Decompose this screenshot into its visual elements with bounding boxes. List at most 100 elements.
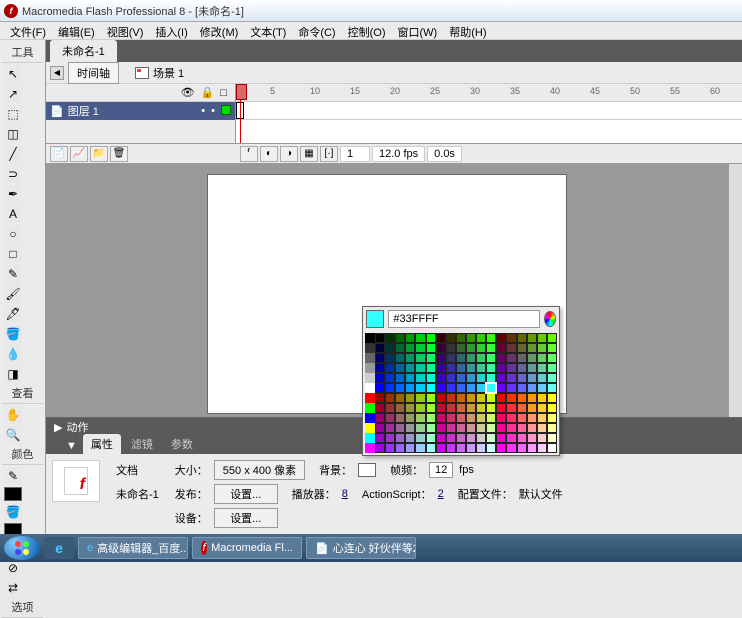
layer-lock-dot[interactable]: • (211, 105, 215, 117)
color-swatch[interactable] (385, 403, 395, 413)
color-swatch[interactable] (385, 413, 395, 423)
new-folder-button[interactable]: 📁 (90, 146, 108, 162)
color-swatch[interactable] (486, 443, 496, 453)
color-swatch[interactable] (405, 383, 415, 393)
color-swatch[interactable] (476, 433, 486, 443)
text-tool[interactable]: A (4, 205, 22, 223)
layer-outline-swatch[interactable] (221, 105, 231, 115)
color-swatch[interactable] (456, 363, 466, 373)
color-swatch[interactable] (426, 443, 436, 453)
color-swatch[interactable] (426, 403, 436, 413)
color-swatch[interactable] (415, 393, 425, 403)
color-swatch[interactable] (375, 353, 385, 363)
color-swatch[interactable] (466, 353, 476, 363)
color-swatch[interactable] (517, 383, 527, 393)
color-swatch[interactable] (517, 363, 527, 373)
color-swatch[interactable] (527, 403, 537, 413)
color-swatch[interactable] (527, 353, 537, 363)
color-swatch[interactable] (446, 353, 456, 363)
color-swatch[interactable] (375, 363, 385, 373)
color-swatch[interactable] (466, 373, 476, 383)
color-swatch[interactable] (415, 373, 425, 383)
color-swatch[interactable] (547, 373, 557, 383)
color-swatch[interactable] (446, 443, 456, 453)
brush-tool[interactable]: 🖌 (4, 285, 22, 303)
outline-icon[interactable]: □ (220, 87, 227, 99)
color-swatch[interactable] (496, 353, 506, 363)
ink-bottle-tool[interactable]: 🖋 (4, 305, 22, 323)
edit-multiple-frames-button[interactable]: ▦ (300, 146, 318, 162)
color-swatch[interactable] (405, 353, 415, 363)
color-swatch[interactable] (527, 393, 537, 403)
color-swatch[interactable] (476, 403, 486, 413)
color-swatch[interactable] (506, 423, 516, 433)
layer-row[interactable]: 📄 图层 1 • • (46, 102, 235, 120)
color-swatch[interactable] (426, 413, 436, 423)
color-wheel-icon[interactable] (544, 311, 556, 327)
color-swatch[interactable] (415, 363, 425, 373)
tab-parameters[interactable]: 参数 (163, 434, 201, 454)
color-swatch[interactable] (506, 403, 516, 413)
gray-swatch[interactable] (365, 403, 375, 413)
color-swatch[interactable] (517, 333, 527, 343)
frame-track[interactable] (236, 102, 742, 120)
color-swatch[interactable] (385, 343, 395, 353)
color-swatch[interactable] (405, 403, 415, 413)
gray-swatch[interactable] (365, 423, 375, 433)
color-swatch[interactable] (537, 403, 547, 413)
color-swatch[interactable] (415, 423, 425, 433)
color-swatch[interactable] (395, 443, 405, 453)
color-swatch[interactable] (385, 393, 395, 403)
device-settings-button[interactable]: 设置... (214, 508, 278, 528)
color-swatch[interactable] (527, 433, 537, 443)
menu-modify[interactable]: 修改(M) (194, 22, 245, 39)
color-swatch[interactable] (537, 333, 547, 343)
color-swatch[interactable] (547, 333, 557, 343)
color-swatch[interactable] (486, 413, 496, 423)
color-swatch[interactable] (517, 443, 527, 453)
timeline-button[interactable]: 时间轴 (68, 62, 119, 84)
color-swatch[interactable] (506, 433, 516, 443)
color-swatch[interactable] (395, 373, 405, 383)
color-swatch[interactable] (547, 413, 557, 423)
color-swatch[interactable] (395, 343, 405, 353)
playhead[interactable] (240, 84, 241, 143)
color-swatch[interactable] (375, 393, 385, 403)
eye-icon[interactable]: 👁 (181, 86, 195, 99)
color-swatch[interactable] (446, 373, 456, 383)
color-swatch[interactable] (446, 393, 456, 403)
taskbar-item[interactable]: fMacromedia Fl... (192, 537, 302, 559)
color-swatch[interactable] (517, 403, 527, 413)
color-swatch[interactable] (486, 403, 496, 413)
color-swatch[interactable] (436, 383, 446, 393)
color-swatch[interactable] (517, 343, 527, 353)
color-swatch[interactable] (517, 353, 527, 363)
color-swatch[interactable] (486, 363, 496, 373)
color-swatch[interactable] (405, 363, 415, 373)
color-swatch[interactable] (385, 433, 395, 443)
color-swatch[interactable] (496, 413, 506, 423)
color-swatch[interactable] (436, 343, 446, 353)
color-swatch[interactable] (405, 373, 415, 383)
color-swatch[interactable] (537, 373, 547, 383)
publish-settings-button[interactable]: 设置... (214, 484, 278, 504)
menu-file[interactable]: 文件(F) (4, 22, 52, 39)
center-frame-button[interactable]: ⸢ (240, 146, 258, 162)
color-swatch[interactable] (547, 433, 557, 443)
color-swatch[interactable] (527, 413, 537, 423)
color-swatch[interactable] (456, 333, 466, 343)
color-swatch[interactable] (436, 443, 446, 453)
color-swatch[interactable] (486, 433, 496, 443)
gray-swatch[interactable] (365, 333, 375, 343)
color-swatch[interactable] (456, 413, 466, 423)
color-swatch[interactable] (426, 393, 436, 403)
color-swatch[interactable] (456, 343, 466, 353)
color-swatch[interactable] (395, 433, 405, 443)
color-swatch[interactable] (395, 403, 405, 413)
color-swatch[interactable] (466, 343, 476, 353)
eraser-tool[interactable]: ◨ (4, 365, 22, 383)
frame-rate-input[interactable] (429, 462, 453, 478)
color-swatch[interactable] (486, 333, 496, 343)
color-swatch[interactable] (486, 423, 496, 433)
color-swatch[interactable] (456, 443, 466, 453)
